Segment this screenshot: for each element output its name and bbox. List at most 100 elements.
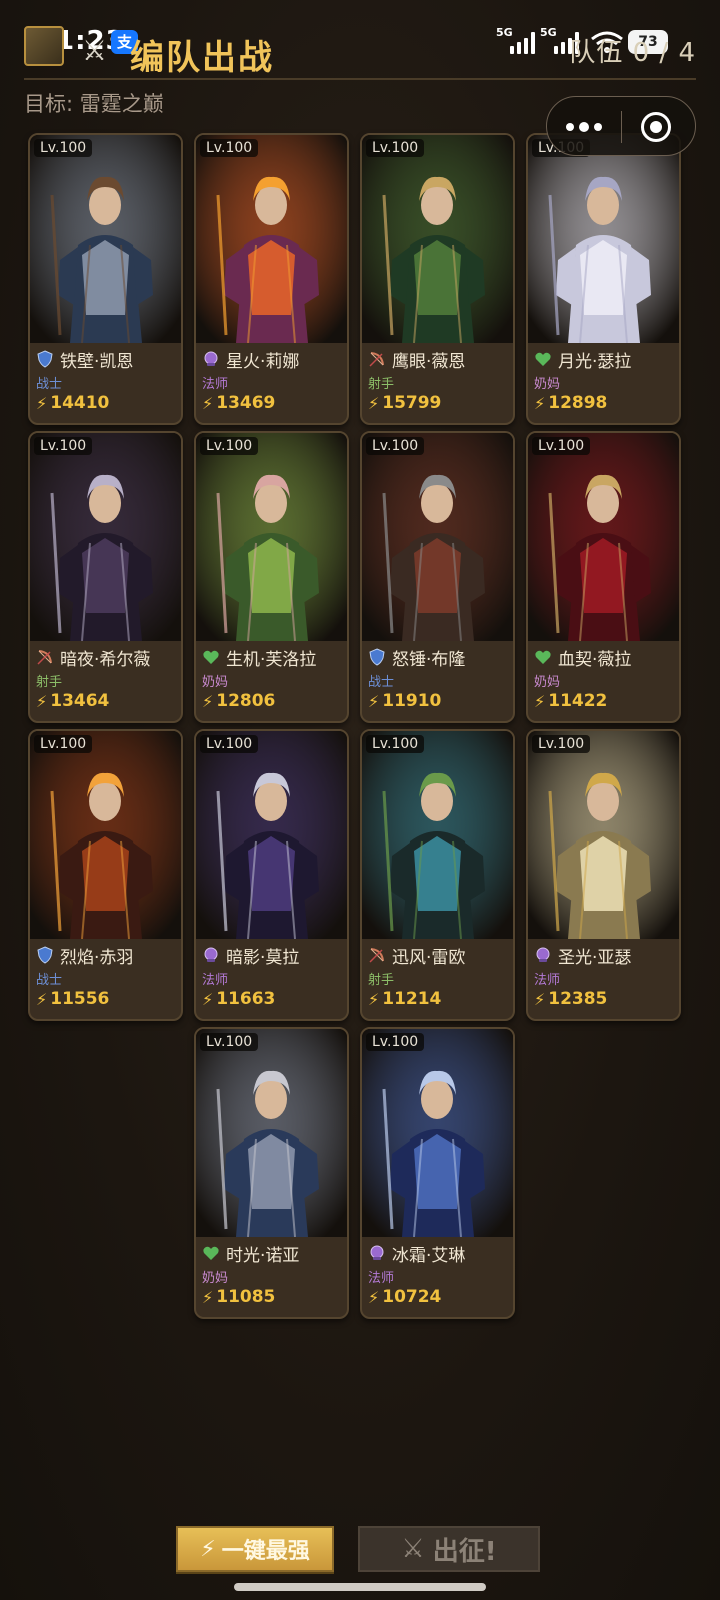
hero-level: Lv.100 [200,437,259,455]
hero-grid: Lv.100 铁壁·凯恩 战士 ⚡ 14410 Lv.100 星火·莉娜 法师 ⚡ 13469 Lv… [28,133,696,1343]
hero-name: 星火·莉娜 [226,351,300,372]
hero-power: ⚡ 11214 [368,989,441,1009]
hero-card[interactable]: Lv.100 怒锤·布隆 战士 ⚡ 11910 [360,431,515,723]
hero-name: 圣光·亚瑟 [558,947,632,968]
orb-icon [534,946,552,964]
header: ⚔ 编队出战 队伍 0 / 4 [24,24,696,80]
bow-icon [368,946,386,964]
hero-power: ⚡ 12806 [202,691,275,711]
header-divider [24,78,696,80]
hero-power: ⚡ 13464 [36,691,109,711]
hero-card[interactable]: Lv.100 生机·芙洛拉 奶妈 ⚡ 12806 [194,431,349,723]
hero-name: 烈焰·赤羽 [60,947,134,968]
hero-card[interactable]: Lv.100 圣光·亚瑟 法师 ⚡ 12385 [526,729,681,1021]
lightning-icon: ⚡ [534,989,546,1009]
lightning-icon: ⚡ [368,1287,380,1307]
hero-name: 血契·薇拉 [558,649,632,670]
hero-portrait: Lv.100 [30,731,181,939]
lightning-icon: ⚡ [368,393,380,413]
home-indicator[interactable] [234,1583,486,1591]
hero-role: 奶妈 [534,675,561,690]
hero-role: 射手 [368,973,395,988]
close-miniprogram-icon[interactable] [641,112,671,142]
hero-card[interactable]: Lv.100 铁壁·凯恩战士 ⚡ 14410 [28,133,183,425]
hero-card[interactable]: Lv.100 暗夜·希尔薇 射手 ⚡ 13464 [28,431,183,723]
heart-icon [534,350,552,368]
hero-name: 铁壁·凯恩 [60,351,134,372]
hero-portrait: Lv.100 [362,433,513,641]
hero-portrait: Lv.100 [30,135,181,343]
hero-card[interactable]: Lv.100 冰霜·艾琳 法师 ⚡ 10724 [360,1027,515,1319]
hero-card[interactable]: Lv.100 血契·薇拉奶妈 ⚡ 11422 [526,431,681,723]
hero-portrait: Lv.100 [528,731,679,939]
hero-role: 法师 [202,377,229,392]
hero-role: 射手 [36,675,63,690]
hero-power-value: 12898 [548,393,608,413]
hero-card[interactable]: Lv.100 时光·诺亚 奶妈 ⚡ 11085 [194,1027,349,1319]
hero-level: Lv.100 [366,1033,425,1051]
hero-role: 战士 [368,675,395,690]
hero-card[interactable]: Lv.100 鹰眼·薇恩 射手 ⚡ 15799 [360,133,515,425]
hero-power: ⚡ 12385 [534,989,607,1009]
hero-card[interactable]: Lv.100 星火·莉娜法师 ⚡ 13469 [194,133,349,425]
hero-power: ⚡ 11422 [534,691,607,711]
hero-role: 法师 [202,973,229,988]
deploy-button[interactable]: ⚔ 出征! [358,1526,540,1572]
hero-power-value: 13464 [50,691,110,711]
heart-icon [202,1244,220,1262]
crossed-swords-icon: ⚔ [82,34,108,67]
more-menu-icon[interactable] [547,97,621,157]
hero-card[interactable]: Lv.100 月光·瑟拉奶妈⚡12898 [526,133,681,425]
hero-card[interactable]: Lv.100 暗影·莫拉 法师 ⚡ 11663 [194,729,349,1021]
hero-portrait: Lv.100 [30,433,181,641]
hero-power-value: 11556 [50,989,110,1009]
orb-icon [368,1244,386,1262]
hero-portrait: Lv.100 [362,731,513,939]
hero-power-value: 14410 [50,393,110,413]
hero-power: ⚡ 11663 [202,989,275,1009]
hero-power-value: 10724 [382,1287,442,1307]
hero-role: 战士 [36,973,63,988]
hero-level: Lv.100 [34,437,93,455]
hero-card[interactable]: Lv.100 迅风·雷欧 射手 ⚡ 11214 [360,729,515,1021]
title-emblem-icon [24,26,64,66]
lightning-icon: ⚡ [36,989,48,1009]
lightning-icon: ⚡ [534,393,546,413]
lightning-icon: ⚡ [36,393,48,413]
hero-level: Lv.100 [34,735,93,753]
crossed-swords-icon: ⚔ [401,1534,425,1564]
hero-portrait: Lv.100 [528,135,679,343]
hero-name: 怒锤·布隆 [392,649,466,670]
hero-level: Lv.100 [366,139,425,157]
hero-name: 生机·芙洛拉 [226,649,317,670]
hero-power: ⚡ 14410 [36,393,109,413]
hero-portrait: Lv.100 [196,731,347,939]
hero-power: ⚡ 15799 [368,393,441,413]
orb-icon [202,350,220,368]
shield-icon [36,350,54,368]
hero-power-value: 11910 [382,691,442,711]
hero-role: 战士 [36,377,63,392]
lightning-icon: ⚡ [200,1536,216,1562]
lightning-icon: ⚡ [202,393,214,413]
bow-icon [368,350,386,368]
hero-level: Lv.100 [200,1033,259,1051]
lightning-icon: ⚡ [36,691,48,711]
hero-portrait: Lv.100 [528,433,679,641]
deploy-label: 出征! [432,1536,497,1567]
orb-icon [202,946,220,964]
hero-power-value: 11422 [548,691,608,711]
auto-strongest-button[interactable]: ⚡ 一键最强 [176,1526,334,1572]
hero-power-value: 12385 [548,989,608,1009]
hero-power-value: 11663 [216,989,276,1009]
team-count: 队伍 0 / 4 [569,38,696,68]
hero-role: 奶妈 [202,1271,229,1286]
hero-role: 奶妈 [534,377,561,392]
hero-level: Lv.100 [200,139,259,157]
heart-icon [534,648,552,666]
hero-card[interactable]: Lv.100 烈焰·赤羽战士 ⚡ 11556 [28,729,183,1021]
hero-power-value: 13469 [216,393,276,413]
hero-name: 冰霜·艾琳 [392,1245,466,1266]
hero-portrait: Lv.100 [196,433,347,641]
hero-level: Lv.100 [34,139,93,157]
